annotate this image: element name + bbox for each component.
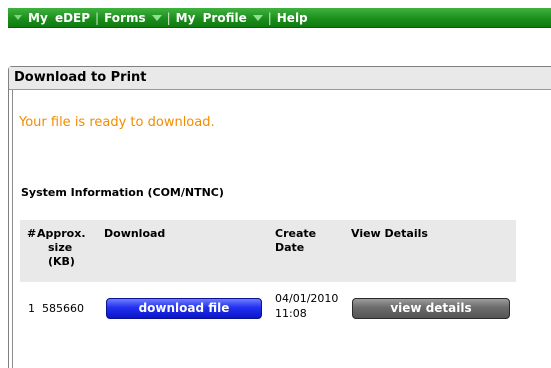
col-header-view-details: View Details bbox=[351, 227, 428, 240]
col-header-create-date: Create Date bbox=[275, 227, 316, 255]
nav-forms-label: Forms bbox=[104, 10, 146, 25]
chevron-down-icon bbox=[151, 15, 162, 21]
row-create-date: 04/01/2010 11:08 bbox=[275, 291, 338, 321]
nav-help[interactable]: Help bbox=[277, 11, 308, 25]
col-header-date-line1: Create bbox=[275, 227, 317, 240]
row-number: 1 bbox=[28, 302, 35, 315]
nav-lead-arrow-icon bbox=[14, 15, 22, 20]
col-header-size-line2: size bbox=[48, 241, 73, 254]
system-info-title: System Information (COM/NTNC) bbox=[21, 186, 224, 199]
row-date: 04/01/2010 bbox=[275, 292, 339, 305]
table-row: 1 585660 download file 04/01/2010 11:08 … bbox=[20, 289, 516, 331]
col-header-size-line1: Approx. bbox=[37, 227, 86, 240]
col-header-download: Download bbox=[104, 227, 166, 240]
nav-my-profile-label: My Profile bbox=[175, 10, 247, 25]
chevron-down-icon bbox=[252, 15, 263, 21]
top-nav-bar: My eDEP | Forms | My Profile | Help bbox=[8, 8, 551, 28]
nav-separator: | bbox=[166, 10, 171, 25]
nav-separator: | bbox=[95, 10, 100, 25]
view-details-button[interactable]: view details bbox=[352, 298, 510, 319]
panel-title: Download to Print bbox=[9, 67, 551, 90]
col-header-size-line3: (KB) bbox=[48, 255, 75, 268]
ready-message: Your file is ready to download. bbox=[19, 115, 215, 130]
nav-separator: | bbox=[267, 10, 272, 25]
nav-my-edep[interactable]: My eDEP bbox=[28, 11, 90, 25]
col-header-date-line2: Date bbox=[275, 241, 305, 254]
row-size: 585660 bbox=[42, 302, 84, 315]
nav-forms[interactable]: Forms bbox=[104, 11, 162, 25]
download-file-button[interactable]: download file bbox=[106, 298, 262, 319]
row-time: 11:08 bbox=[275, 307, 307, 320]
table-header-row: # Approx. size (KB) Download Create Date… bbox=[20, 220, 516, 282]
download-panel: Download to Print Your file is ready to … bbox=[8, 66, 551, 368]
col-header-size: Approx. size (KB) bbox=[37, 227, 86, 269]
nav-my-profile[interactable]: My Profile bbox=[176, 11, 263, 25]
col-header-number: # bbox=[27, 227, 37, 240]
panel-inner-border bbox=[12, 90, 13, 368]
